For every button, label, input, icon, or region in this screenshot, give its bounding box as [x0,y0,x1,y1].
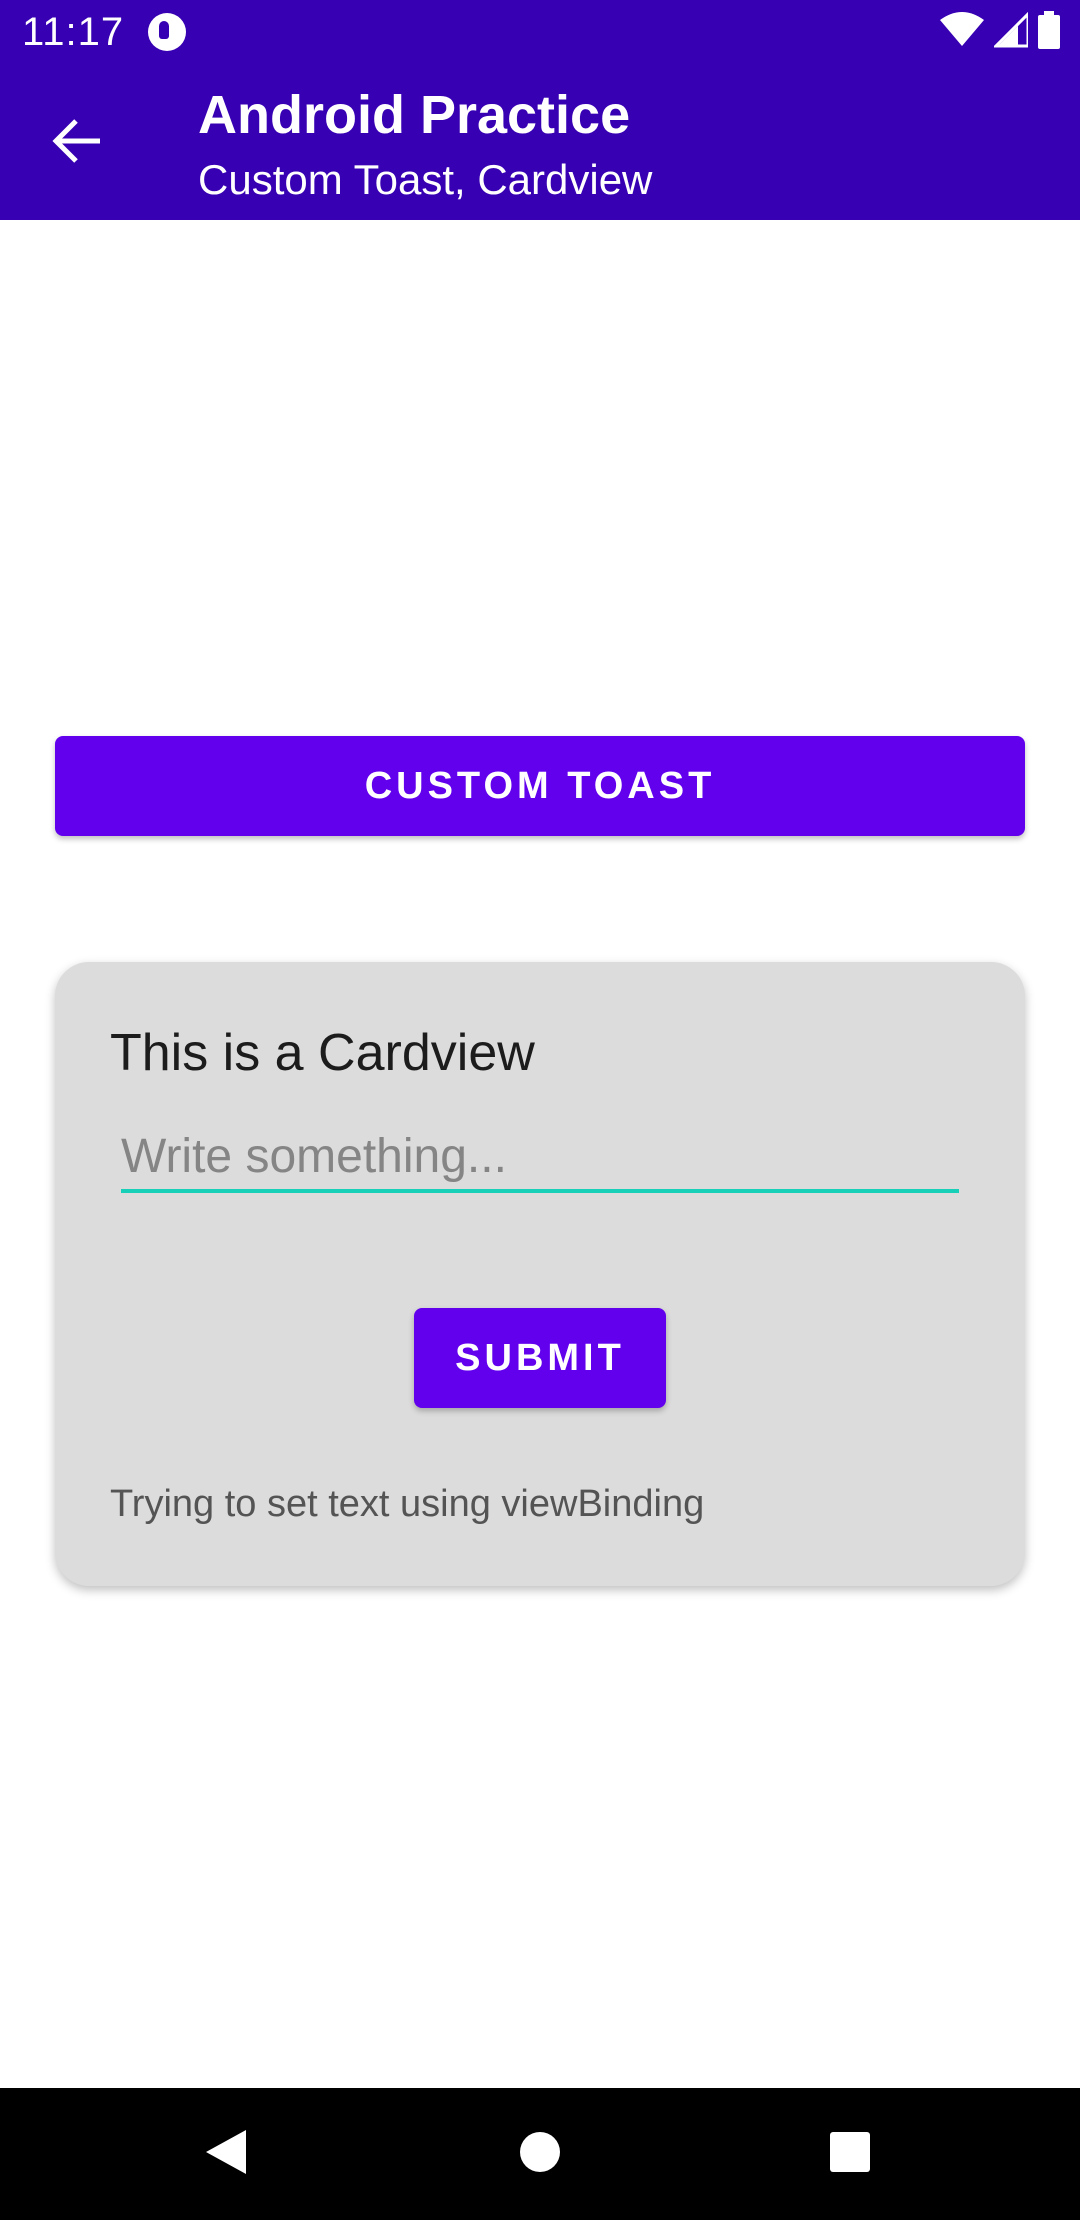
card-title: This is a Cardview [110,1024,535,1082]
back-triangle-icon [204,2128,248,2181]
wifi-icon [940,11,984,53]
navigation-bar [0,2088,1080,2220]
custom-toast-button[interactable]: CUSTOM TOAST [55,736,1025,836]
arrow-back-icon [52,118,102,168]
status-icons [940,9,1060,54]
write-something-input[interactable]: Write something... [121,1133,959,1193]
status-bar: 11:17 [0,0,1080,63]
nav-back-button[interactable] [196,2124,256,2184]
cardview: This is a Cardview Write something... SU… [55,962,1025,1586]
status-time: 11:17 [22,10,125,54]
nav-recents-button[interactable] [820,2124,880,2184]
card-note-text: Trying to set text using viewBinding [110,1483,705,1525]
back-button[interactable] [40,113,114,173]
nav-home-button[interactable] [510,2124,570,2184]
app-subtitle: Custom Toast, Cardview [198,156,653,203]
recents-square-icon [829,2131,871,2178]
submit-button[interactable]: SUBMIT [414,1308,666,1408]
cell-signal-icon [992,9,1030,53]
battery-icon [1038,10,1060,54]
app-title: Android Practice [198,85,631,145]
app-notification-icon [148,13,186,51]
home-circle-icon [518,2130,562,2179]
app-bar: Android Practice Custom Toast, Cardview [0,63,1080,220]
